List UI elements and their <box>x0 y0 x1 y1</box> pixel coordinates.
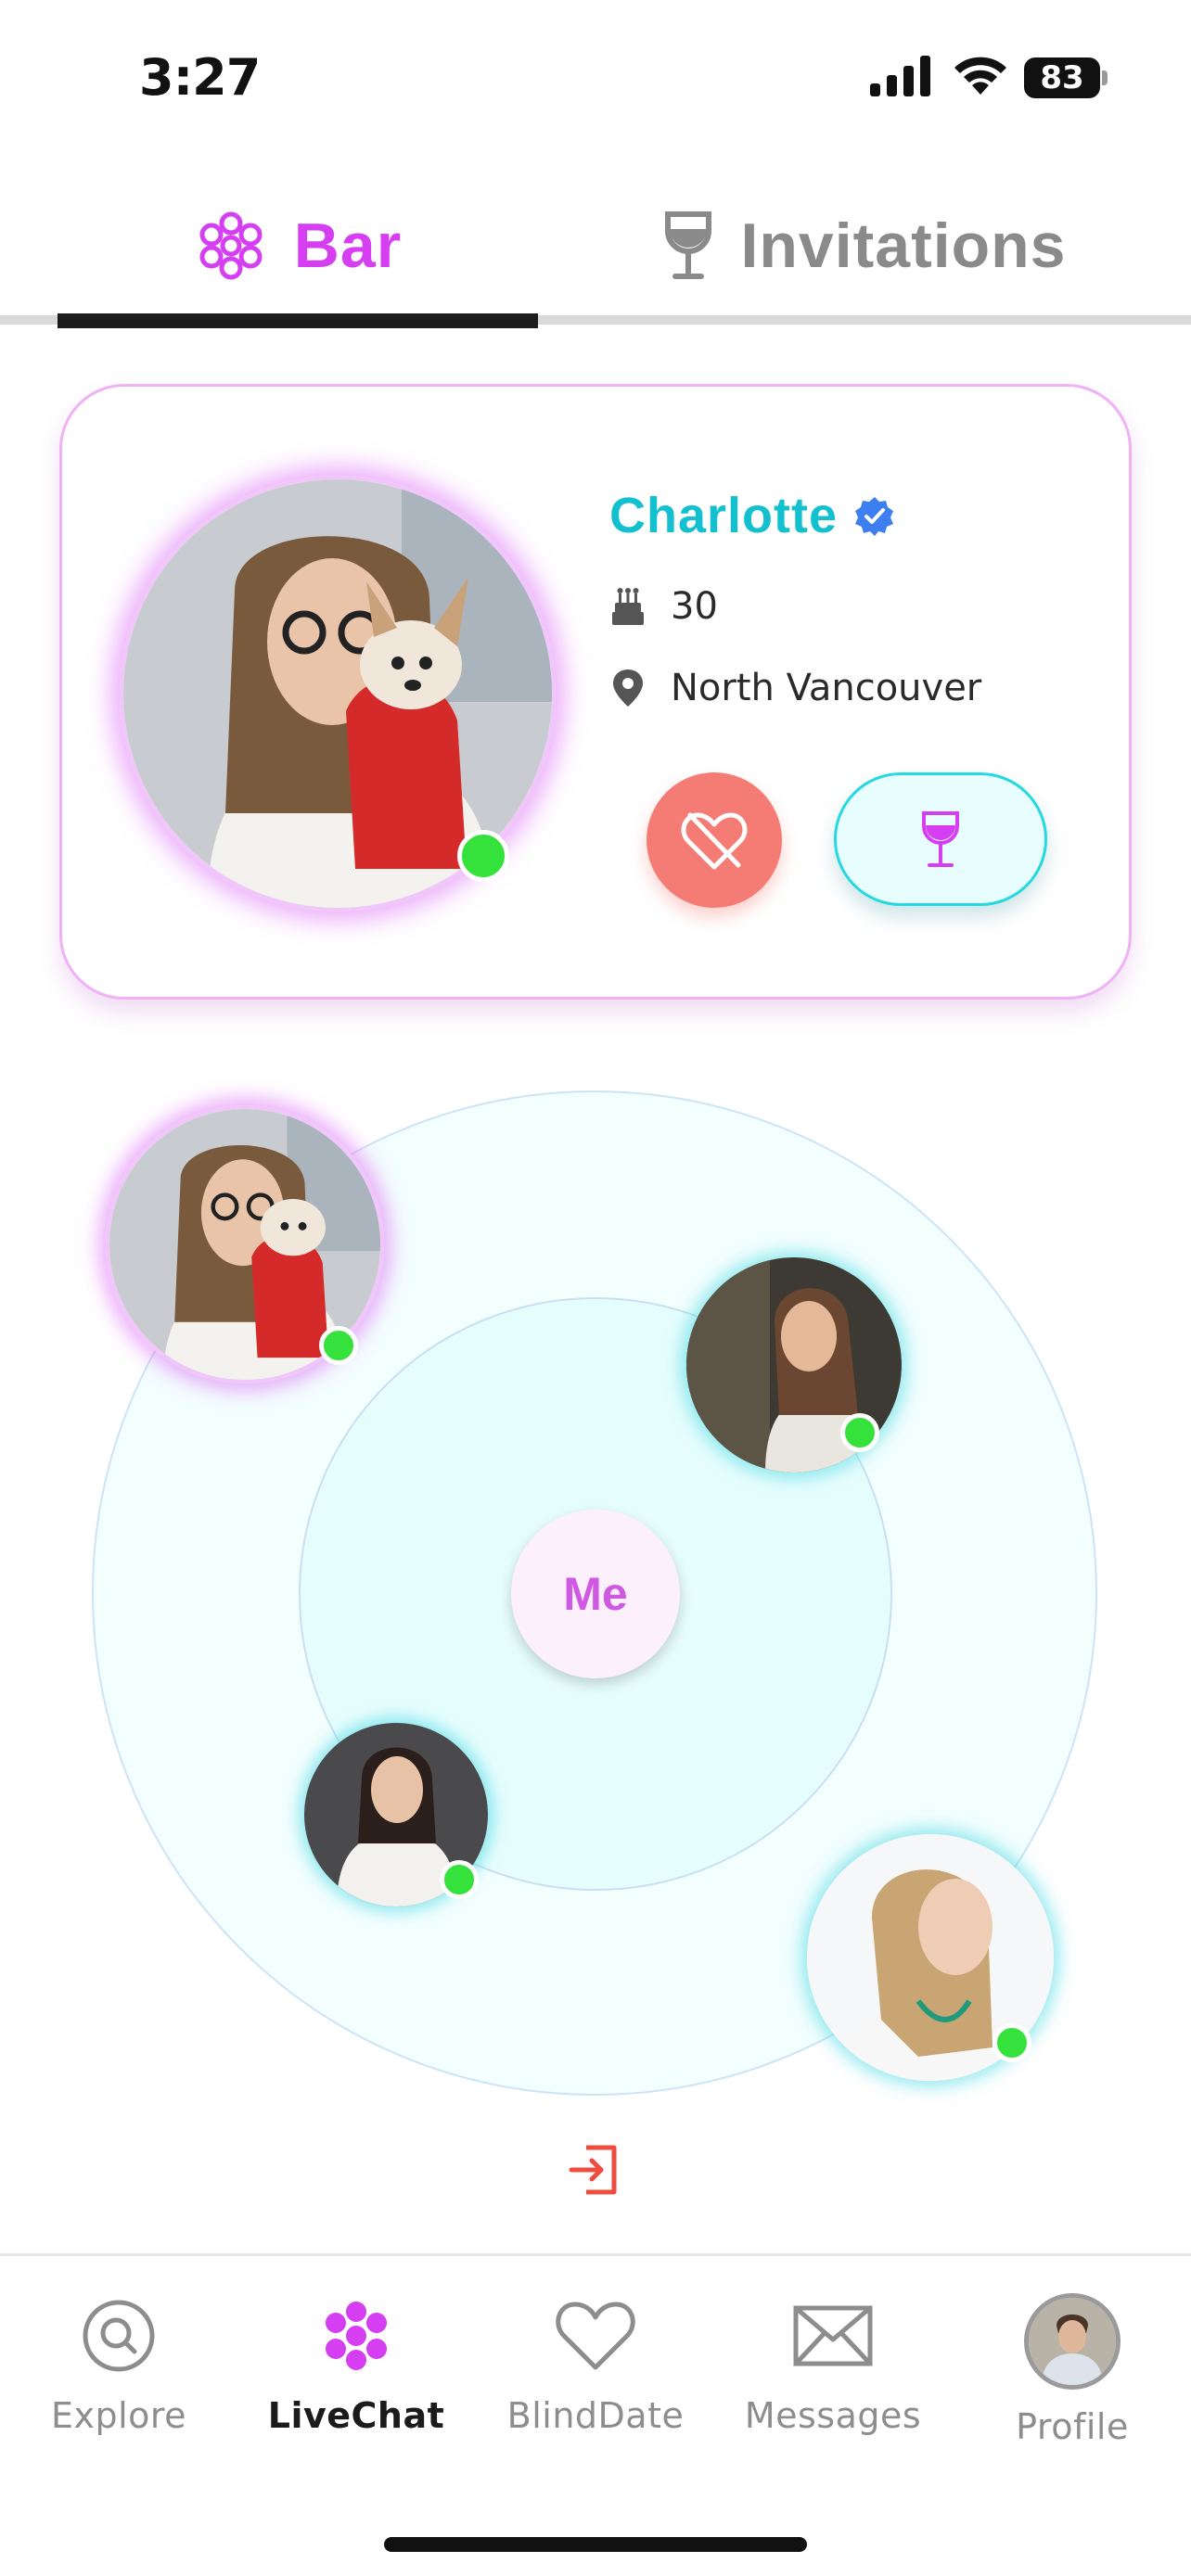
nav-item-explore[interactable]: Explore <box>17 2293 221 2436</box>
top-tabs: Bar Invitations <box>0 176 1191 328</box>
nav-item-messages[interactable]: Messages <box>731 2293 935 2436</box>
verified-badge-icon <box>855 497 894 536</box>
online-status-dot <box>992 2023 1031 2062</box>
profile-name[interactable]: Charlotte <box>609 487 838 544</box>
online-status-dot <box>457 830 509 882</box>
status-bar: 3:27 83 <box>0 0 1191 158</box>
radar-user-bubble[interactable] <box>304 1723 488 1906</box>
battery-indicator: 83 <box>1024 57 1109 98</box>
avatar <box>1024 2293 1121 2390</box>
radar-user-bubble[interactable] <box>106 1105 384 1384</box>
nav-label-blinddate: BlindDate <box>506 2395 685 2436</box>
flower-icon <box>199 211 263 280</box>
home-indicator[interactable] <box>384 2537 807 2552</box>
online-status-dot <box>319 1326 358 1365</box>
tab-invitations-label: Invitations <box>740 210 1067 281</box>
search-icon <box>83 2300 155 2372</box>
battery-level: 83 <box>1040 59 1084 96</box>
nav-label-livechat: LiveChat <box>267 2395 445 2436</box>
tab-invitations[interactable]: Invitations <box>538 176 1191 315</box>
nav-item-livechat[interactable]: LiveChat <box>254 2293 458 2436</box>
invite-drink-button[interactable] <box>834 772 1047 906</box>
tab-active-indicator <box>58 313 538 328</box>
nav-item-blinddate[interactable]: BlindDate <box>493 2293 698 2436</box>
nav-label-explore: Explore <box>50 2395 187 2436</box>
profile-card[interactable]: Charlotte 30 North Vancouver <box>59 384 1132 1000</box>
birthday-cake-icon <box>612 588 644 625</box>
envelope-icon <box>793 2305 873 2366</box>
profile-location-row: North Vancouver <box>609 667 981 709</box>
wifi-icon <box>954 57 1006 95</box>
profile-age: 30 <box>671 585 718 628</box>
heart-icon <box>556 2302 635 2370</box>
online-status-dot <box>440 1860 479 1899</box>
status-time: 3:27 <box>139 48 261 107</box>
profile-age-row: 30 <box>609 585 718 628</box>
nav-label-profile: Profile <box>1016 2406 1129 2447</box>
dots-cluster-icon <box>326 2302 387 2370</box>
nav-label-messages: Messages <box>744 2395 922 2436</box>
bottom-navigation: Explore LiveChat BlindDate Messages Prof… <box>0 2253 1191 2576</box>
wine-glass-icon <box>665 211 712 279</box>
broken-heart-icon <box>681 812 748 870</box>
nearby-radar: Me <box>0 1076 1191 2133</box>
radar-user-bubble[interactable] <box>686 1257 902 1473</box>
wine-glass-icon <box>922 811 959 867</box>
radar-user-bubble[interactable] <box>807 1834 1054 2081</box>
online-status-dot <box>840 1413 879 1452</box>
me-center-button[interactable]: Me <box>511 1510 680 1678</box>
location-pin-icon <box>613 670 643 707</box>
tab-bar[interactable]: Bar <box>58 176 538 315</box>
avatar-photo <box>1029 2298 1116 2385</box>
tab-bar-label: Bar <box>293 210 403 281</box>
leave-bar-icon[interactable] <box>568 2142 623 2198</box>
dislike-button[interactable] <box>647 772 782 908</box>
cellular-signal-icon <box>870 56 930 96</box>
profile-location: North Vancouver <box>671 667 982 709</box>
nav-item-profile[interactable]: Profile <box>970 2293 1174 2447</box>
